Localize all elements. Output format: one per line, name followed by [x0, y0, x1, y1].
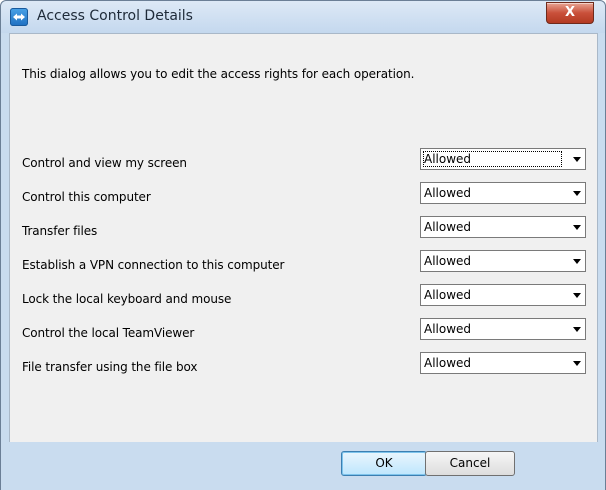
row-label-vpn-connection: Establish a VPN connection to this compu… [22, 258, 285, 272]
select-value: Allowed [424, 356, 472, 370]
row-label-control-local-teamviewer: Control the local TeamViewer [22, 326, 195, 340]
chevron-down-icon [573, 293, 581, 298]
chevron-down-icon [573, 191, 581, 196]
ok-button[interactable]: OK [341, 451, 427, 476]
access-select-control-view-screen[interactable]: Allowed [420, 148, 586, 170]
access-select-lock-keyboard-mouse[interactable]: Allowed [420, 284, 586, 306]
row-label-file-box: File transfer using the file box [22, 360, 198, 374]
row-label-transfer-files: Transfer files [22, 224, 98, 238]
row-label-control-view-screen: Control and view my screen [22, 156, 187, 170]
dialog-content [9, 33, 598, 443]
select-value: Allowed [424, 288, 472, 302]
chevron-down-icon [573, 259, 581, 264]
access-select-transfer-files[interactable]: Allowed [420, 216, 586, 238]
dialog-window: Access Control Details X This dialog all… [0, 0, 606, 490]
select-value: Allowed [424, 186, 472, 200]
window-title: Access Control Details [37, 8, 193, 24]
access-select-vpn-connection[interactable]: Allowed [420, 250, 586, 272]
access-select-control-computer[interactable]: Allowed [420, 182, 586, 204]
chevron-down-icon [573, 157, 581, 162]
close-icon: X [564, 5, 576, 20]
select-value: Allowed [424, 254, 472, 268]
select-value: Allowed [424, 220, 472, 234]
row-label-control-computer: Control this computer [22, 190, 151, 204]
teamviewer-icon [10, 8, 28, 26]
chevron-down-icon [573, 327, 581, 332]
select-value: Allowed [424, 152, 472, 166]
row-label-lock-keyboard-mouse: Lock the local keyboard and mouse [22, 292, 232, 306]
chevron-down-icon [573, 361, 581, 366]
title-bar[interactable]: Access Control Details X [1, 1, 605, 33]
access-select-control-local-teamviewer[interactable]: Allowed [420, 318, 586, 340]
close-button[interactable]: X [546, 2, 594, 24]
intro-text: This dialog allows you to edit the acces… [22, 67, 415, 81]
select-value: Allowed [424, 322, 472, 336]
chevron-down-icon [573, 225, 581, 230]
access-select-file-box[interactable]: Allowed [420, 352, 586, 374]
cancel-button[interactable]: Cancel [425, 451, 515, 476]
